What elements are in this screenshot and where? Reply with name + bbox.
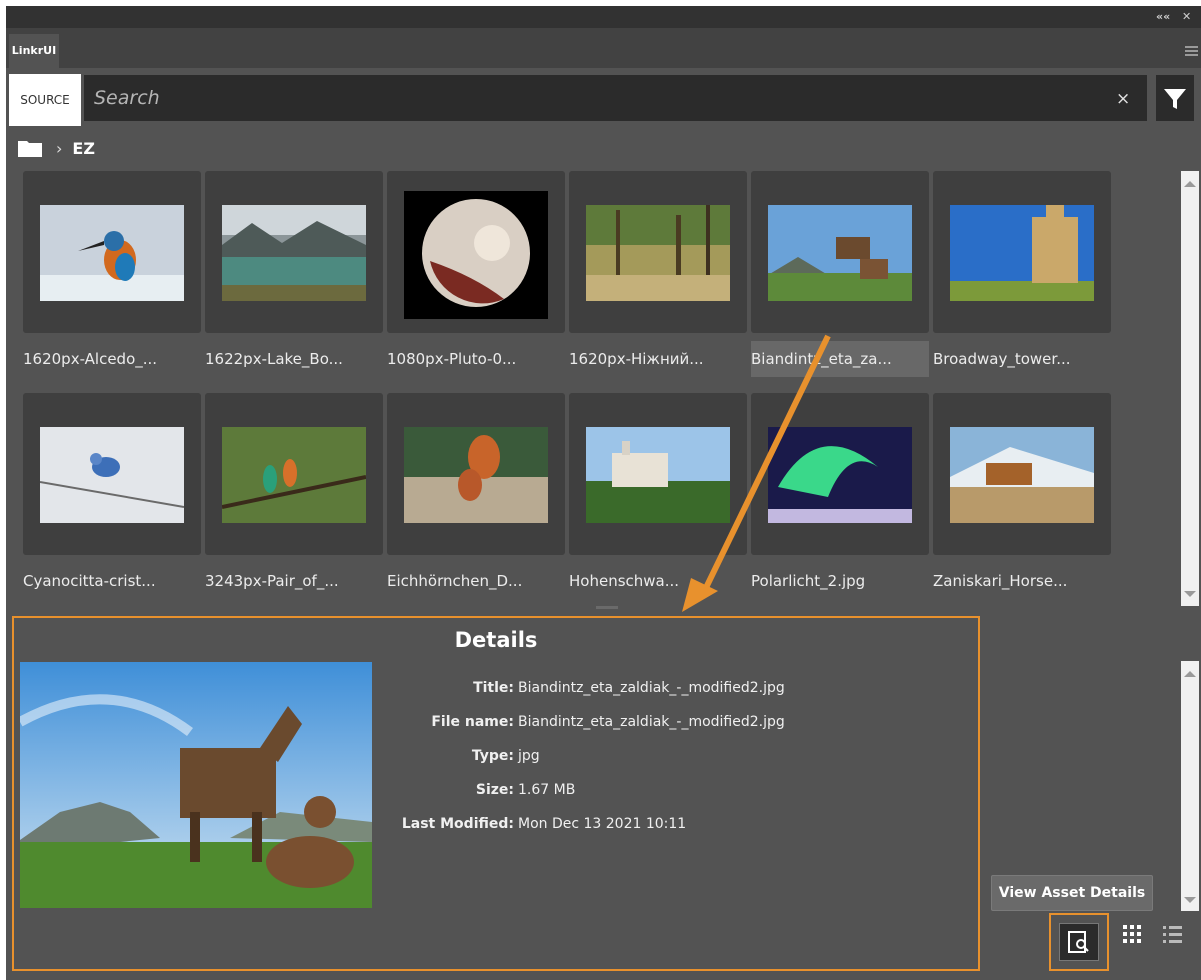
- asset-name: Biandintz_eta_za...: [751, 341, 929, 377]
- tab-bar: LinkrUI: [6, 28, 1201, 68]
- detail-value: jpg: [518, 748, 540, 764]
- grid-icon: [1123, 925, 1141, 943]
- grid-scrollbar[interactable]: [1181, 171, 1199, 606]
- chevron-right-icon: ›: [56, 138, 63, 158]
- detail-type-row: Type: jpg: [254, 748, 954, 770]
- grid-view-button[interactable]: [1114, 916, 1150, 952]
- asset-details-icon: [1068, 931, 1089, 953]
- asset-name: 3243px-Pair_of_...: [205, 572, 339, 590]
- detail-title-row: Title: Biandintz_eta_zaldiak_-_modified2…: [254, 680, 954, 702]
- detail-filename-row: File name: Biandintz_eta_zaldiak_-_modif…: [254, 714, 954, 736]
- panel-titlebar: «« ✕: [6, 6, 1201, 28]
- asset-name: Broadway_tower...: [933, 350, 1071, 368]
- scroll-up-icon[interactable]: [1184, 671, 1196, 677]
- detail-size-row: Size: 1.67 MB: [254, 782, 954, 804]
- squirrel-image: [404, 427, 548, 523]
- search-input[interactable]: [84, 75, 1147, 121]
- breadcrumb: › EZ: [18, 136, 95, 160]
- details-heading: Details: [454, 628, 538, 652]
- horses-image: [768, 205, 912, 301]
- detail-label: Type:: [471, 748, 514, 764]
- scroll-up-icon[interactable]: [1184, 181, 1196, 187]
- list-view-button[interactable]: [1154, 916, 1190, 952]
- blue-jay-image: [40, 427, 184, 523]
- aurora-image: [768, 427, 912, 523]
- asset-thumbnail: [387, 393, 565, 555]
- detail-value: 1.67 MB: [518, 782, 576, 798]
- lake-image: [222, 205, 366, 301]
- details-scrollbar[interactable]: [1181, 661, 1199, 911]
- asset-name: 1620px-Alcedo_...: [23, 350, 158, 368]
- asset-name: Polarlicht_2.jpg: [751, 572, 866, 590]
- asset-thumbnail: [933, 171, 1111, 333]
- filter-button[interactable]: [1156, 75, 1194, 121]
- asset-name: Zaniskari_Horse...: [933, 572, 1068, 590]
- view-asset-details-tooltip: View Asset Details: [991, 875, 1153, 911]
- tower-image: [950, 205, 1094, 301]
- view-asset-details-button[interactable]: [1049, 913, 1109, 971]
- asset-thumbnail: [23, 171, 201, 333]
- castle-image: [586, 427, 730, 523]
- source-button[interactable]: SOURCE: [9, 74, 81, 126]
- asset-name: Hohenschwa...: [569, 572, 680, 590]
- asset-thumbnail: [387, 171, 565, 333]
- asset-thumbnail: [23, 393, 201, 555]
- asset-thumbnail: [751, 393, 929, 555]
- horse-image: [950, 427, 1094, 523]
- collapse-icon[interactable]: ««: [1156, 10, 1170, 23]
- asset-thumbnail: [751, 171, 929, 333]
- detail-label: File name:: [431, 714, 514, 730]
- detail-label: Size:: [475, 782, 514, 798]
- scroll-down-icon[interactable]: [1184, 591, 1196, 597]
- forest-image: [586, 205, 730, 301]
- detail-label: Last Modified:: [401, 816, 514, 832]
- panel-menu-icon[interactable]: [1185, 46, 1198, 58]
- breadcrumb-folder[interactable]: EZ: [72, 139, 95, 158]
- asset-name: 1620px-Ніжний...: [569, 350, 704, 368]
- scroll-down-icon[interactable]: [1184, 897, 1196, 903]
- asset-name: Eichhörnchen_D...: [387, 572, 523, 590]
- detail-value: Mon Dec 13 2021 10:11: [518, 816, 687, 832]
- tab-linkrui[interactable]: LinkrUI: [9, 34, 59, 68]
- details-panel: Details Title: Biandintz_eta_zaldiak_-_m…: [12, 616, 980, 971]
- linkr-panel: «« ✕ LinkrUI SOURCE × › EZ: [6, 6, 1201, 980]
- asset-name: 1622px-Lake_Bo...: [205, 350, 343, 368]
- list-icon: [1163, 926, 1182, 943]
- close-icon[interactable]: ✕: [1182, 10, 1191, 23]
- asset-thumbnail: [569, 393, 747, 555]
- folder-icon[interactable]: [18, 139, 42, 157]
- pluto-image: [404, 191, 548, 319]
- resize-handle[interactable]: [596, 606, 618, 609]
- asset-thumbnail: [205, 171, 383, 333]
- asset-name: Cyanocitta-crist...: [23, 572, 156, 590]
- asset-name: 1080px-Pluto-0...: [387, 350, 517, 368]
- detail-value: Biandintz_eta_zaldiak_-_modified2.jpg: [518, 680, 785, 696]
- filter-icon: [1164, 89, 1186, 109]
- asset-thumbnail: [569, 171, 747, 333]
- asset-thumbnail: [205, 393, 383, 555]
- asset-thumbnail: [933, 393, 1111, 555]
- clear-search-icon[interactable]: ×: [1116, 89, 1130, 109]
- detail-value: Biandintz_eta_zaldiak_-_modified2.jpg: [518, 714, 785, 730]
- kingfisher-image: [40, 205, 184, 301]
- detail-label: Title:: [473, 680, 514, 696]
- detail-modified-row: Last Modified: Mon Dec 13 2021 10:11: [254, 816, 954, 838]
- birds-image: [222, 427, 366, 523]
